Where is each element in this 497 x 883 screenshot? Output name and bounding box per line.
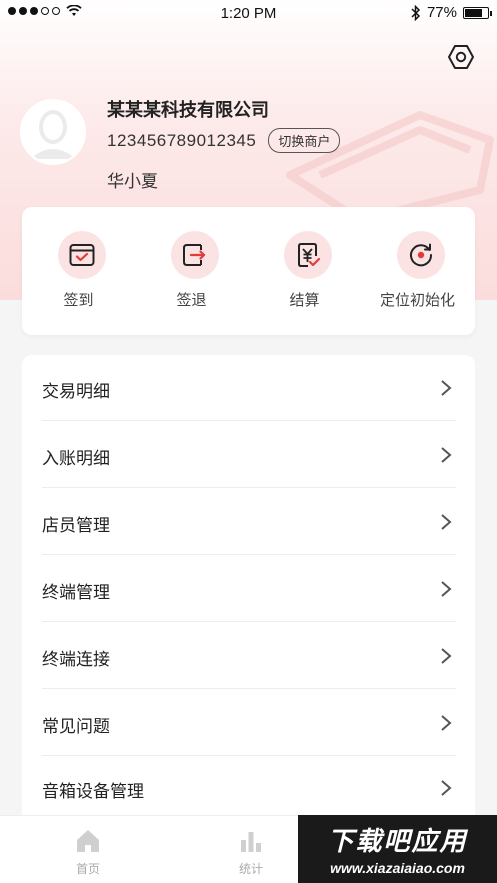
status-right: 77% [411, 4, 492, 21]
menu-item-label: 常见问题 [42, 717, 110, 736]
chevron-right-icon [441, 780, 452, 796]
tab-home[interactable]: 首页 [5, 816, 171, 883]
battery-percent: 77% [426, 4, 457, 21]
settings-icon[interactable] [447, 43, 475, 71]
quick-action-label: 定位初始化 [379, 292, 455, 309]
watermark-url: www.xiazaiaiao.com [330, 860, 465, 876]
quick-action-checkout[interactable]: 签退 [135, 207, 248, 335]
quick-action-label: 签到 [63, 292, 94, 309]
avatar[interactable] [20, 99, 86, 165]
quick-action-label: 签退 [176, 292, 207, 309]
company-name: 某某某科技有限公司 [107, 100, 269, 120]
quick-action-checkin[interactable]: 签到 [22, 207, 135, 335]
tab-label: 首页 [75, 862, 100, 876]
menu-list: 交易明细 入账明细 店员管理 终端管理 终端连接 常见问题 音箱设备管理 [22, 355, 475, 825]
user-avatar-icon [22, 101, 84, 163]
watermark-logo: 下载吧应用 www.xiazaiaiao.com [298, 815, 497, 883]
chevron-right-icon [441, 447, 452, 463]
calendar-check-icon [58, 231, 106, 279]
user-name: 华小夏 [107, 172, 158, 191]
battery-icon [463, 6, 492, 19]
status-bar: 1:20 PM 77% [0, 0, 497, 28]
merchant-number: 123456789012345 [107, 130, 257, 150]
refresh-target-icon [397, 231, 445, 279]
menu-item-label: 店员管理 [42, 516, 110, 535]
chevron-right-icon [441, 648, 452, 664]
chevron-right-icon [441, 380, 452, 396]
menu-item-label: 终端连接 [42, 650, 110, 669]
switch-merchant-button[interactable]: 切换商户 [268, 128, 341, 153]
menu-item-staff[interactable]: 店员管理 [42, 489, 456, 555]
home-icon [77, 830, 99, 852]
menu-item-credits[interactable]: 入账明细 [42, 422, 456, 488]
quick-action-settle[interactable]: 结算 [248, 207, 361, 335]
battery-fill [465, 8, 482, 17]
account-row: 123456789012345 切换商户 [107, 128, 341, 153]
quick-action-location-init[interactable]: 定位初始化 [361, 207, 474, 335]
menu-item-label: 音箱设备管理 [42, 782, 144, 801]
yuan-check-icon [284, 231, 332, 279]
menu-item-label: 入账明细 [42, 449, 110, 468]
menu-item-terminals[interactable]: 终端管理 [42, 556, 456, 622]
quick-actions-card: 签到 签退 结算 定位初始化 [22, 207, 475, 335]
chevron-right-icon [441, 581, 452, 597]
menu-item-speaker-devices[interactable]: 音箱设备管理 [42, 755, 456, 821]
bluetooth-icon [411, 4, 421, 21]
watermark-title: 下载吧应用 [327, 827, 468, 857]
menu-item-faq[interactable]: 常见问题 [42, 690, 456, 756]
quick-action-label: 结算 [289, 292, 320, 309]
bar-chart-icon [241, 832, 261, 852]
chevron-right-icon [441, 715, 452, 731]
menu-item-transactions[interactable]: 交易明细 [42, 355, 456, 421]
menu-item-label: 终端管理 [42, 583, 110, 602]
chevron-right-icon [441, 514, 452, 530]
header-decoration [286, 111, 494, 224]
logout-icon [171, 231, 219, 279]
menu-item-terminal-connect[interactable]: 终端连接 [42, 623, 456, 689]
menu-item-label: 交易明细 [42, 382, 110, 401]
